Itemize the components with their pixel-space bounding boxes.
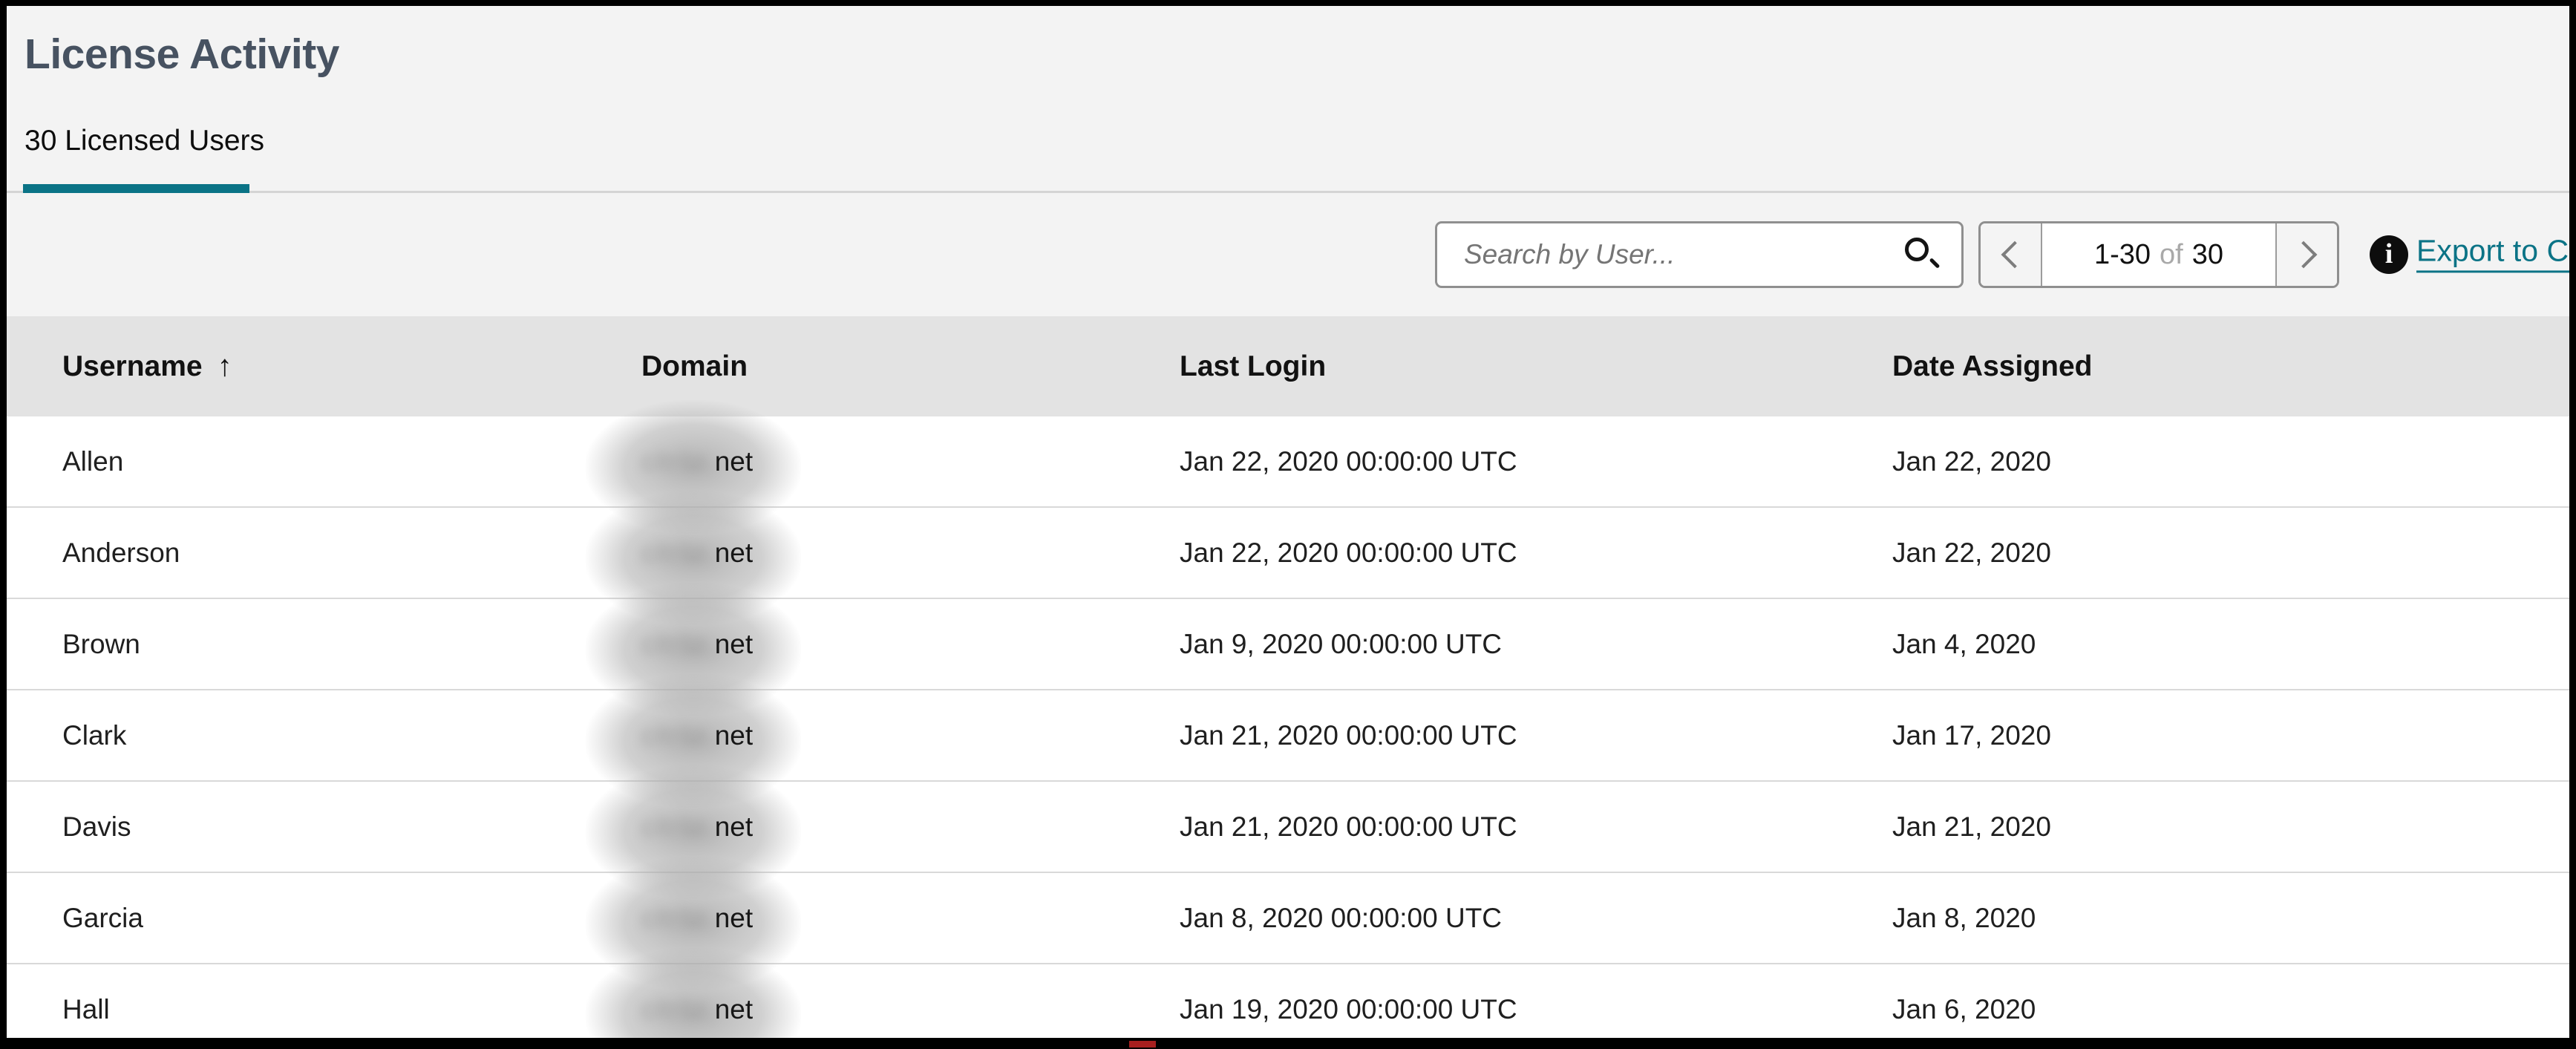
domain-suffix-text: net xyxy=(715,537,753,569)
screen-edge-artifact xyxy=(1129,1041,1156,1048)
pagination-label: 1-30 of 30 xyxy=(2042,223,2275,286)
search-icon[interactable] xyxy=(1902,235,1942,275)
export-to-csv-link[interactable]: Export to CSV xyxy=(2416,233,2569,272)
license-activity-screen: License Activity 30 Licensed Users xyxy=(0,0,2576,1049)
domain-suffix-text: net xyxy=(715,994,753,1025)
username-cell: Allen xyxy=(62,446,641,477)
domain-cell: citrite. net xyxy=(641,629,1180,660)
last-login-cell: Jan 22, 2020 00:00:00 UTC xyxy=(1180,537,1892,569)
pagination-control: 1-30 of 30 xyxy=(1978,221,2339,288)
last-login-cell: Jan 9, 2020 00:00:00 UTC xyxy=(1180,629,1892,660)
table-row: Clark citrite. net Jan 21, 2020 00:00:00… xyxy=(7,690,2569,782)
table-body: Allen citrite. net Jan 22, 2020 00:00:00… xyxy=(7,416,2569,1038)
date-assigned-cell: Jan 4, 2020 xyxy=(1892,629,2569,660)
chevron-left-icon xyxy=(2001,241,2028,269)
domain-redacted-text: citrite. xyxy=(641,537,715,569)
domain-cell: citrite. net xyxy=(641,720,1180,751)
table-row: Allen citrite. net Jan 22, 2020 00:00:00… xyxy=(7,416,2569,508)
date-assigned-cell: Jan 21, 2020 xyxy=(1892,811,2569,843)
search-box xyxy=(1435,221,1964,288)
info-icon[interactable]: i xyxy=(2370,235,2408,274)
domain-suffix-text: net xyxy=(715,811,753,843)
next-page-button[interactable] xyxy=(2275,223,2337,286)
domain-cell: citrite. net xyxy=(641,811,1180,843)
tab-underline xyxy=(7,184,2569,193)
domain-redacted-text: citrite. xyxy=(641,903,715,934)
domain-cell: citrite. net xyxy=(641,537,1180,569)
table-row: Brown citrite. net Jan 9, 2020 00:00:00 … xyxy=(7,599,2569,690)
username-cell: Anderson xyxy=(62,537,641,569)
active-tab-indicator xyxy=(23,184,249,193)
window-border-left xyxy=(0,0,7,1049)
date-assigned-cell: Jan 17, 2020 xyxy=(1892,720,2569,751)
domain-suffix-text: net xyxy=(715,903,753,934)
pagination-of: of xyxy=(2160,239,2183,271)
column-header-date-assigned[interactable]: Date Assigned xyxy=(1892,350,2569,383)
domain-redacted-text: citrite. xyxy=(641,811,715,843)
table-row: Garcia citrite. net Jan 8, 2020 00:00:00… xyxy=(7,873,2569,964)
table-header-row: Username ↑ Domain Last Login Date Assign… xyxy=(7,316,2569,416)
last-login-cell: Jan 8, 2020 00:00:00 UTC xyxy=(1180,903,1892,934)
tab-bar: 30 Licensed Users xyxy=(7,125,2569,193)
licensed-users-table: Username ↑ Domain Last Login Date Assign… xyxy=(7,316,2569,1038)
domain-suffix-text: net xyxy=(715,446,753,477)
pagination-total: 30 xyxy=(2192,239,2223,271)
last-login-cell: Jan 21, 2020 00:00:00 UTC xyxy=(1180,720,1892,751)
domain-cell: citrite. net xyxy=(641,994,1180,1025)
table-row: Hall citrite. net Jan 19, 2020 00:00:00 … xyxy=(7,964,2569,1038)
window-border-top xyxy=(0,0,2576,6)
date-assigned-cell: Jan 22, 2020 xyxy=(1892,446,2569,477)
chevron-right-icon xyxy=(2289,241,2317,269)
domain-redacted-text: citrite. xyxy=(641,720,715,751)
last-login-cell: Jan 22, 2020 00:00:00 UTC xyxy=(1180,446,1892,477)
username-cell: Brown xyxy=(62,629,641,660)
search-input[interactable] xyxy=(1437,223,1902,286)
username-cell: Davis xyxy=(62,811,641,843)
window-border-bottom xyxy=(0,1038,2576,1049)
table-row: Anderson citrite. net Jan 22, 2020 00:00… xyxy=(7,508,2569,599)
domain-suffix-text: net xyxy=(715,629,753,660)
column-header-domain[interactable]: Domain xyxy=(641,350,1180,383)
domain-redacted-text: citrite. xyxy=(641,446,715,477)
tab-licensed-users[interactable]: 30 Licensed Users xyxy=(24,125,2569,157)
domain-redacted-text: citrite. xyxy=(641,994,715,1025)
date-assigned-cell: Jan 8, 2020 xyxy=(1892,903,2569,934)
sort-ascending-icon: ↑ xyxy=(218,350,232,383)
domain-cell: citrite. net xyxy=(641,903,1180,934)
column-header-username[interactable]: Username ↑ xyxy=(62,350,641,383)
last-login-cell: Jan 21, 2020 00:00:00 UTC xyxy=(1180,811,1892,843)
domain-suffix-text: net xyxy=(715,720,753,751)
table-row: Davis citrite. net Jan 21, 2020 00:00:00… xyxy=(7,782,2569,873)
date-assigned-cell: Jan 22, 2020 xyxy=(1892,537,2569,569)
username-cell: Hall xyxy=(62,994,641,1025)
username-cell: Clark xyxy=(62,720,641,751)
date-assigned-cell: Jan 6, 2020 xyxy=(1892,994,2569,1025)
pagination-range: 1-30 xyxy=(2094,239,2151,271)
table-toolbar: 1-30 of 30 i Export to CSV xyxy=(7,193,2569,316)
page-title: License Activity xyxy=(24,30,2569,79)
username-cell: Garcia xyxy=(62,903,641,934)
domain-cell: citrite. net xyxy=(641,446,1180,477)
domain-redacted-text: citrite. xyxy=(641,629,715,660)
previous-page-button[interactable] xyxy=(1981,223,2042,286)
column-header-last-login[interactable]: Last Login xyxy=(1180,350,1892,383)
window-border-right xyxy=(2569,0,2576,1049)
last-login-cell: Jan 19, 2020 00:00:00 UTC xyxy=(1180,994,1892,1025)
